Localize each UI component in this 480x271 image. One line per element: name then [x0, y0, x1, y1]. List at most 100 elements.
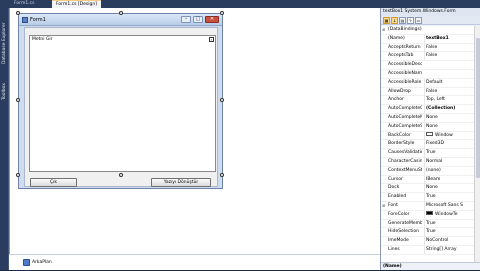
property-name: Dock	[388, 185, 400, 191]
property-value[interactable]: False	[424, 87, 475, 96]
property-row[interactable]: Dock None	[381, 184, 475, 194]
property-value[interactable]: None	[424, 122, 475, 131]
property-row[interactable]: BorderStyle Fixed3D	[381, 140, 475, 150]
property-name: ForeColor	[388, 211, 410, 217]
resize-handle-top[interactable]	[119, 11, 123, 15]
properties-icon[interactable]: ▤	[399, 17, 406, 24]
property-row[interactable]: ImeMode NoControl	[381, 237, 475, 246]
convert-text-button[interactable]: Yazıyı Dönüştür	[151, 178, 211, 187]
property-name: HideSelection	[388, 229, 419, 235]
property-value[interactable]: True	[424, 219, 475, 228]
property-row[interactable]: GenerateMember True	[381, 219, 475, 229]
events-icon[interactable]: ϟ	[407, 17, 414, 24]
scrollbar-thumb[interactable]	[476, 38, 480, 178]
property-row[interactable]: AllowDrop False	[381, 87, 475, 97]
property-value[interactable]: Normal	[424, 158, 475, 166]
property-value-text: String[] Array	[426, 247, 457, 252]
property-row[interactable]: BackColor Window	[381, 131, 475, 141]
properties-toolbar: ▦ ↓ ▤ ϟ ▭	[381, 16, 480, 25]
property-row[interactable]: Anchor Top, Left	[381, 96, 475, 106]
property-name: Font	[388, 203, 398, 208]
categorized-icon[interactable]: ▦	[383, 17, 390, 24]
property-value-text: Microsoft Sans S	[426, 203, 464, 208]
property-row[interactable]: CausesValidation True	[381, 149, 475, 158]
resize-handle-top-right[interactable]	[220, 11, 224, 15]
property-value[interactable]: Top, Left	[424, 96, 475, 105]
tray-component[interactable]: ArkaPlan	[23, 259, 52, 266]
property-value[interactable]: False	[424, 52, 475, 61]
property-row[interactable]: ⊞ (DataBindings)	[381, 26, 475, 35]
color-swatch	[426, 211, 433, 216]
property-value-text: NoControl	[426, 238, 449, 244]
property-name: AccessibleRole	[388, 79, 422, 85]
property-value[interactable]: Microsoft Sans S	[424, 202, 475, 210]
resize-handle-top-left[interactable]	[16, 11, 20, 15]
property-row[interactable]: AutoCompleteMode None	[381, 114, 475, 123]
resize-handle-right[interactable]	[220, 98, 224, 102]
property-row[interactable]: Lines String[] Array	[381, 246, 475, 255]
property-row[interactable]: (Name) textBox1	[381, 34, 475, 44]
property-name: AutoCompleteSource	[388, 123, 422, 129]
tab-form1-code[interactable]: Form1.cs	[10, 0, 38, 8]
property-row[interactable]: CharacterCasing Normal	[381, 158, 475, 167]
property-row[interactable]: HideSelection True	[381, 228, 475, 238]
property-value[interactable]: (Collection)	[424, 105, 475, 114]
property-row[interactable]: AccessibleRole Default	[381, 78, 475, 88]
property-name: AccessibleName	[388, 71, 422, 76]
property-value-text: False	[426, 53, 438, 59]
property-value[interactable]: True	[424, 149, 475, 158]
alphabetical-icon[interactable]: ↓	[391, 17, 398, 24]
property-value[interactable]: Default	[424, 78, 475, 87]
expand-icon[interactable]: ⊞	[382, 202, 387, 210]
property-name: ContextMenuStrip	[388, 167, 422, 173]
resize-handle-bottom-left[interactable]	[16, 173, 20, 177]
resize-handle-bottom[interactable]	[119, 173, 123, 177]
text-input[interactable]: Metni Gir ›	[29, 35, 216, 172]
property-row[interactable]: ⊞ Font Microsoft Sans S	[381, 202, 475, 211]
tab-form1-design[interactable]: Form1.cs [Design]	[52, 0, 101, 8]
property-name: GenerateMember	[388, 220, 422, 226]
property-row[interactable]: AutoCompleteSource None	[381, 122, 475, 132]
exit-button[interactable]: Çık	[30, 178, 77, 187]
property-row[interactable]: Enabled True	[381, 193, 475, 202]
property-value[interactable]: Window	[424, 131, 475, 140]
property-value[interactable]: None	[424, 114, 475, 122]
database-explorer-tab[interactable]: Database Explorer	[1, 22, 8, 64]
property-value[interactable]: NoControl	[424, 237, 475, 246]
property-row[interactable]: AccessibleDescription	[381, 61, 475, 70]
property-value[interactable]: String[] Array	[424, 246, 475, 254]
property-row[interactable]: Cursor IBeam	[381, 175, 475, 185]
property-value[interactable]: textBox1	[424, 34, 475, 43]
property-value[interactable]: WindowTe	[424, 210, 475, 219]
property-value[interactable]: Fixed3D	[424, 140, 475, 149]
property-pages-icon[interactable]: ▭	[415, 17, 422, 24]
property-name: Enabled	[388, 194, 407, 200]
form-title-bar: Form1 – □ ✕	[19, 14, 222, 26]
property-row[interactable]: ForeColor WindowTe	[381, 210, 475, 220]
resize-handle-bottom-right[interactable]	[220, 173, 224, 177]
property-name: (Name)	[388, 35, 405, 41]
toolbox-tab[interactable]: Toolbox	[1, 68, 8, 100]
form-window[interactable]: Form1 – □ ✕ Metni Gir › Çık Yazıyı Dönüş…	[16, 11, 224, 189]
property-value-text: False	[426, 44, 438, 50]
property-value[interactable]: True	[424, 193, 475, 202]
property-row[interactable]: ContextMenuStrip (none)	[381, 166, 475, 176]
property-row[interactable]: AcceptsReturn False	[381, 43, 475, 53]
property-value[interactable]: IBeam	[424, 175, 475, 184]
expand-icon[interactable]: ⊞	[382, 26, 387, 34]
property-grid: ⊞ (DataBindings) (Name) textBox1 AcceptsRetu…	[381, 26, 475, 262]
smart-tag-arrow-icon[interactable]: ›	[209, 37, 214, 42]
property-value[interactable]: (none)	[424, 166, 475, 175]
resize-handle-left[interactable]	[16, 98, 20, 102]
properties-object-selector[interactable]: textBox1 System.Windows.Form	[381, 8, 480, 16]
property-row[interactable]: AcceptsTab False	[381, 52, 475, 62]
property-row[interactable]: AccessibleName	[381, 70, 475, 79]
property-value-text: IBeam	[426, 176, 441, 182]
property-value[interactable]: None	[424, 184, 475, 193]
property-value[interactable]: False	[424, 43, 475, 52]
property-value-text: (none)	[426, 167, 441, 173]
property-row[interactable]: AutoCompleteCustomSource (Collection)	[381, 105, 475, 114]
property-value[interactable]: True	[424, 228, 475, 237]
property-name: AllowDrop	[388, 88, 411, 94]
properties-scrollbar[interactable]	[474, 26, 480, 262]
